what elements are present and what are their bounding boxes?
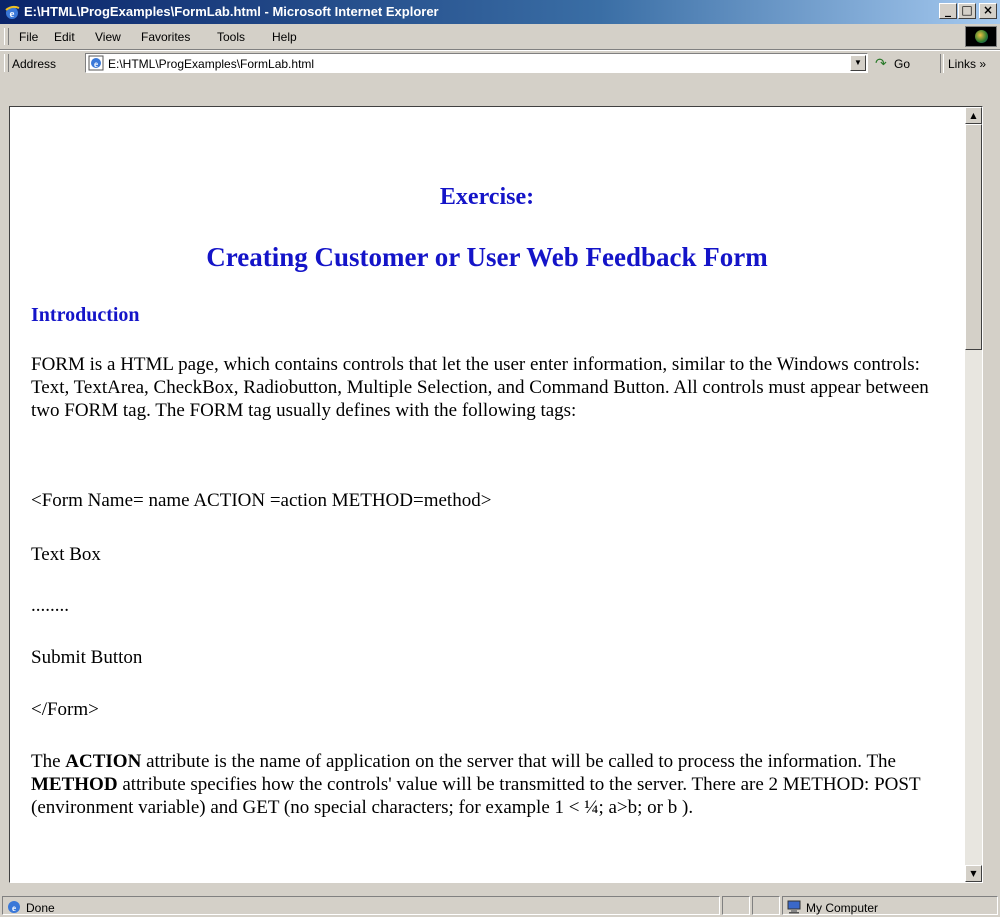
document-viewport[interactable]: Exercise: Creating Customer or User Web … xyxy=(9,106,983,883)
minimize-button[interactable]: _ xyxy=(939,3,957,19)
heading-main: Creating Customer or User Web Feedback F… xyxy=(206,242,768,272)
address-input[interactable]: e E:\HTML\ProgExamples\FormLab.html ▼ xyxy=(85,53,868,73)
status-panel-empty-2 xyxy=(752,896,780,915)
scroll-up-button[interactable]: ▲ xyxy=(965,107,982,124)
menu-help[interactable]: Help xyxy=(272,30,297,44)
scroll-thumb[interactable] xyxy=(965,124,982,350)
paragraph-action-method: The ACTION attribute is the name of appl… xyxy=(31,750,946,819)
menu-view[interactable]: View xyxy=(95,30,121,44)
window-title: E:\HTML\ProgExamples\FormLab.html - Micr… xyxy=(24,4,439,19)
page-done-icon: e xyxy=(8,901,20,913)
menu-favorites[interactable]: Favorites xyxy=(141,30,190,44)
status-bar: e Done My Computer xyxy=(0,893,1000,917)
chevron-down-icon: ▼ xyxy=(854,58,862,67)
toolbar-grip[interactable] xyxy=(4,28,9,45)
status-zone: My Computer xyxy=(806,901,879,915)
svg-text:e: e xyxy=(10,8,15,20)
line-text-box: Text Box xyxy=(31,544,101,565)
line-submit-button: Submit Button xyxy=(31,647,143,668)
menu-bar: File Edit View Favorites Tools Help xyxy=(0,24,1000,50)
links-button[interactable]: Links » xyxy=(948,57,986,71)
title-bar[interactable]: e E:\HTML\ProgExamples\FormLab.html - Mi… xyxy=(0,0,1000,24)
maximize-button[interactable]: □ xyxy=(958,3,976,19)
computer-icon xyxy=(787,900,801,914)
ie-icon: e xyxy=(5,5,20,20)
menu-file[interactable]: File xyxy=(19,30,38,44)
status-zone-panel: My Computer xyxy=(782,896,998,915)
p2-the: The xyxy=(31,751,61,772)
windows-logo-icon xyxy=(975,30,988,43)
p2-method-keyword: METHOD xyxy=(31,774,118,795)
p2-end: attribute specifies how the controls' va… xyxy=(31,774,921,818)
arrow-up-icon: ▲ xyxy=(970,111,977,120)
address-url: E:\HTML\ProgExamples\FormLab.html xyxy=(108,57,315,71)
windows-logo-tile xyxy=(965,26,997,47)
scroll-down-button[interactable]: ▼ xyxy=(965,865,982,882)
page-icon: e xyxy=(88,55,104,71)
go-button[interactable]: ↷ Go xyxy=(872,54,934,74)
close-button[interactable]: × xyxy=(979,3,997,19)
address-dropdown-button[interactable]: ▼ xyxy=(850,55,866,71)
heading-introduction: Introduction xyxy=(31,304,140,326)
status-text-panel: e Done xyxy=(2,896,720,915)
svg-text:e: e xyxy=(94,59,98,69)
page-content: Exercise: Creating Customer or User Web … xyxy=(10,107,964,882)
menu-edit[interactable]: Edit xyxy=(54,30,75,44)
status-text: Done xyxy=(26,901,55,915)
address-bar: Address e E:\HTML\ProgExamples\FormLab.h… xyxy=(0,50,1000,76)
p2-middle: attribute is the name of application on … xyxy=(146,751,896,772)
line-dots: ........ xyxy=(31,595,69,616)
go-label: Go xyxy=(894,57,911,71)
toolbar-grip[interactable] xyxy=(4,54,9,72)
minimize-icon: _ xyxy=(945,3,951,17)
vertical-scrollbar[interactable]: ▲ ▼ xyxy=(965,107,982,882)
maximize-icon: □ xyxy=(961,3,973,17)
heading-exercise: Exercise: xyxy=(439,184,535,210)
menu-tools[interactable]: Tools xyxy=(217,30,245,44)
close-icon: × xyxy=(982,3,994,17)
svg-text:e: e xyxy=(12,903,16,913)
p2-action-keyword: ACTION xyxy=(65,751,142,772)
address-label: Address xyxy=(12,57,57,71)
window-controls: _ □ × xyxy=(938,3,997,21)
arrow-down-icon: ▼ xyxy=(970,869,977,878)
go-arrow-icon: ↷ xyxy=(875,55,887,71)
status-panel-empty-1 xyxy=(722,896,750,915)
toolbar-separator xyxy=(940,54,944,73)
line-form-close: </Form> xyxy=(31,699,99,720)
paragraph-intro: FORM is a HTML page, which contains cont… xyxy=(31,354,929,421)
line-form-open: <Form Name= name ACTION =action METHOD=m… xyxy=(31,490,492,511)
